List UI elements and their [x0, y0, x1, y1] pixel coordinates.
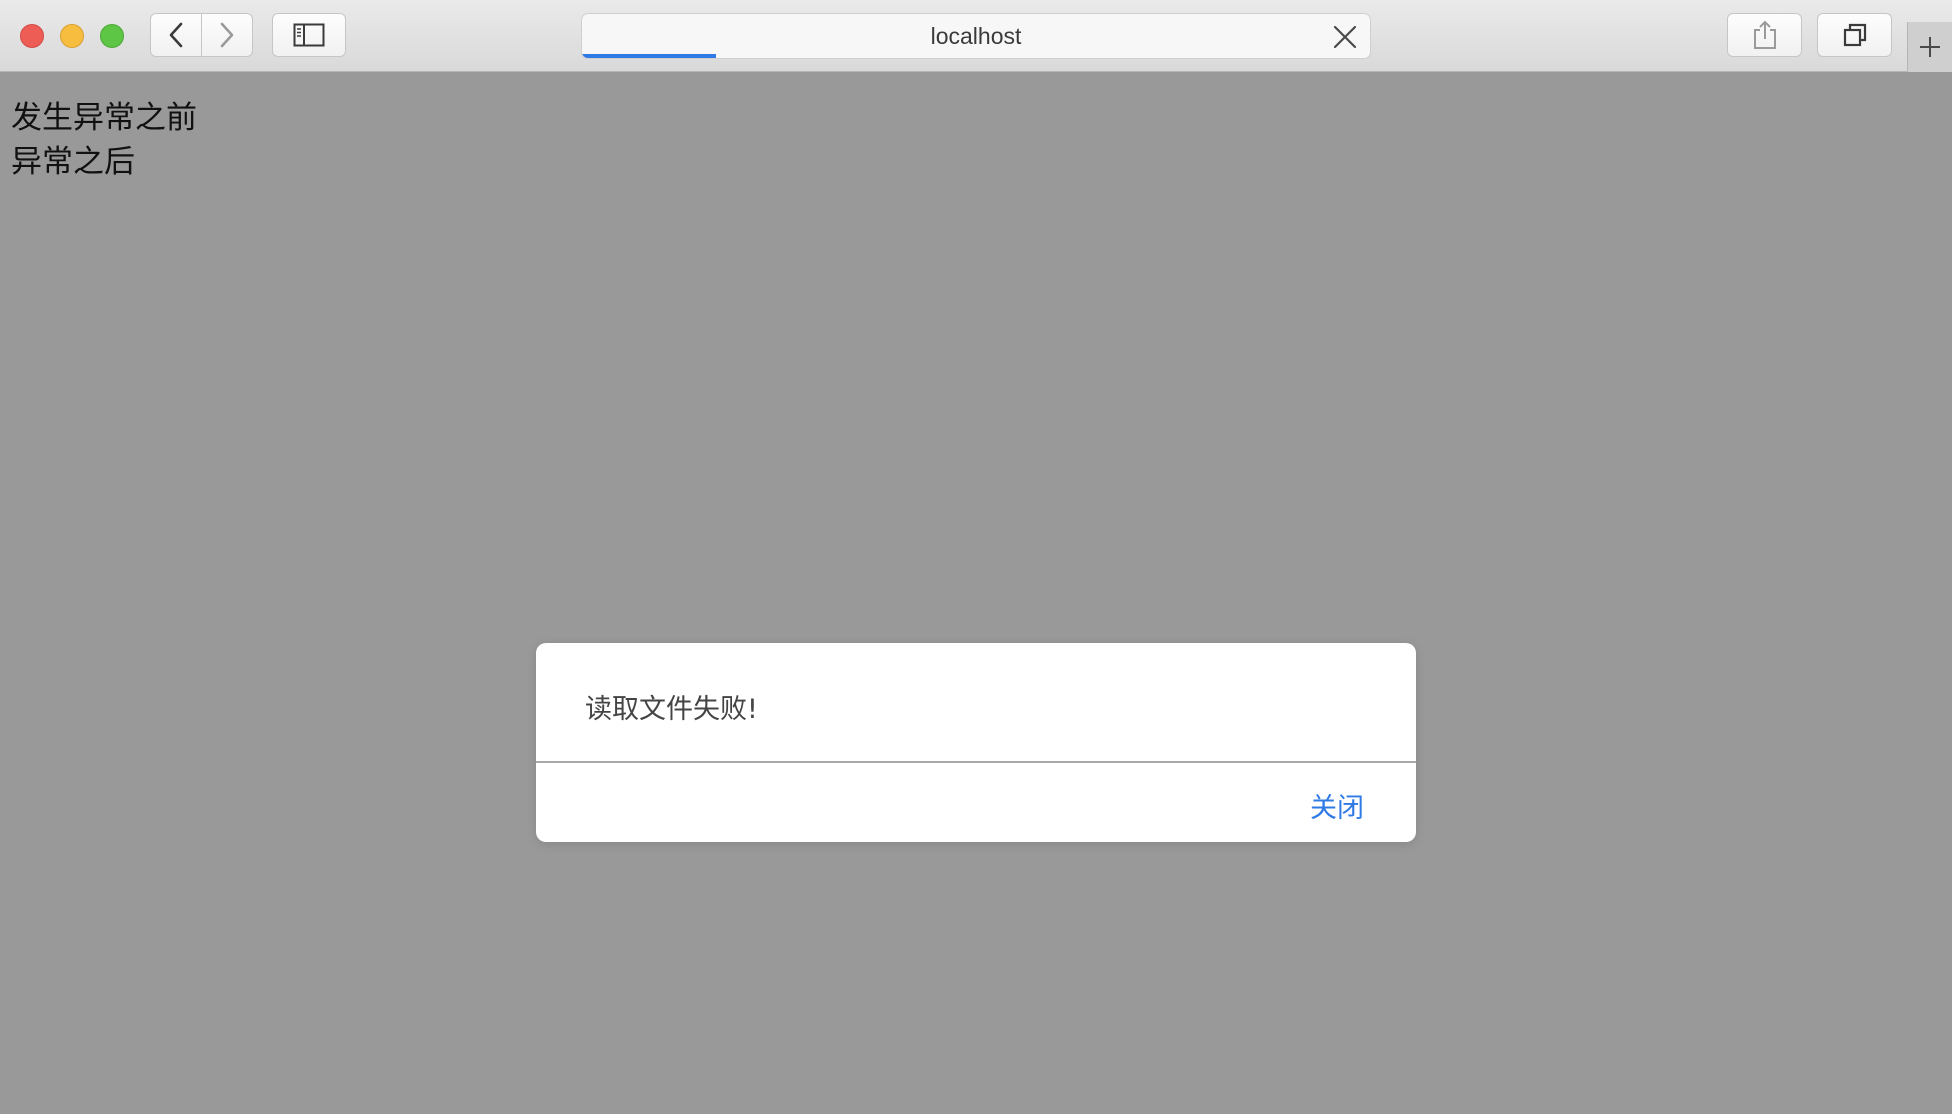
- new-tab-button[interactable]: [1907, 22, 1952, 72]
- minimize-window-button[interactable]: [60, 24, 84, 48]
- address-bar[interactable]: localhost: [581, 13, 1371, 59]
- plus-icon: [1920, 37, 1940, 57]
- zoom-window-button[interactable]: [100, 24, 124, 48]
- browser-toolbar: localhost: [0, 0, 1952, 72]
- dialog-close-button[interactable]: 关闭: [1310, 786, 1364, 825]
- tabs-overview-icon: [1843, 23, 1866, 47]
- page-load-progress: [582, 54, 716, 58]
- alert-dialog: 读取文件失败! 关闭: [536, 643, 1416, 842]
- chevron-right-icon: [220, 22, 234, 48]
- close-icon[interactable]: [1332, 24, 1358, 50]
- page-text-line: 发生异常之前: [11, 100, 197, 136]
- sidebar-button[interactable]: [272, 13, 346, 57]
- dialog-divider: [536, 761, 1416, 763]
- page-text-line: 异常之后: [11, 144, 135, 180]
- sidebar-icon: [293, 23, 325, 47]
- share-button[interactable]: [1727, 13, 1802, 57]
- back-button[interactable]: [151, 14, 201, 56]
- forward-button[interactable]: [201, 14, 252, 56]
- share-icon: [1753, 20, 1776, 49]
- url-text: localhost: [930, 22, 1022, 49]
- page-content: 发生异常之前 异常之后: [0, 72, 1952, 1114]
- navigation-buttons: [150, 13, 253, 57]
- alert-message: 读取文件失败!: [585, 694, 758, 725]
- tabs-overview-button[interactable]: [1817, 13, 1892, 57]
- close-window-button[interactable]: [20, 24, 44, 48]
- browser-window: localhost 发生异常之前 异常之后 读取文件失败! 关闭: [0, 0, 1952, 1114]
- chevron-left-icon: [169, 22, 183, 48]
